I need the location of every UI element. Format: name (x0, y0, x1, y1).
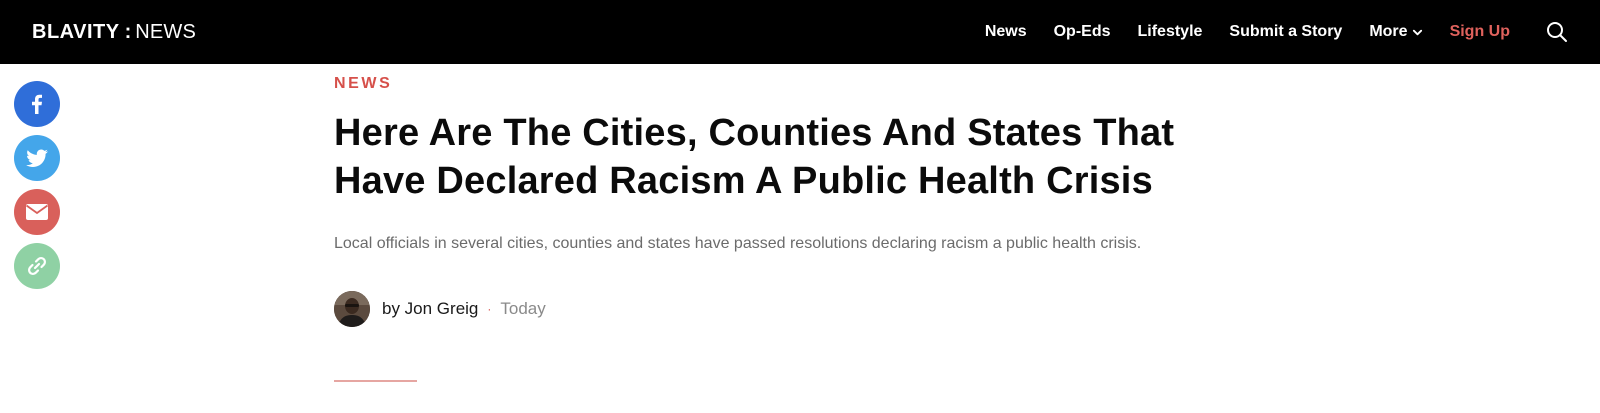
email-icon (25, 204, 49, 220)
copy-link-button[interactable] (14, 243, 60, 289)
publish-date: Today (500, 299, 546, 318)
byline-separator: · (487, 302, 492, 316)
logo-brand: BLAVITY (32, 20, 120, 43)
article-dek: Local officials in several cities, count… (334, 235, 1142, 252)
nav-op-eds[interactable]: Op-Eds (1054, 23, 1111, 41)
author-photo (334, 291, 370, 327)
article-title: Here Are The Cities, Counties And States… (334, 109, 1234, 205)
article-title-line-1: Here Are The Cities, Counties And States… (334, 112, 1175, 154)
chevron-down-icon (1412, 29, 1422, 35)
article-category-link[interactable]: NEWS (334, 73, 392, 95)
logo-section: NEWS (135, 20, 197, 43)
logo-separator: : (124, 20, 132, 43)
search-icon[interactable] (1546, 21, 1568, 43)
facebook-icon (32, 94, 42, 114)
nav-news[interactable]: News (985, 23, 1027, 41)
link-icon (27, 256, 47, 276)
facebook-share-button[interactable] (14, 81, 60, 127)
site-header: BLAVITY : NEWS News Op-Eds Lifestyle Sub… (0, 0, 1600, 64)
nav-submit-story[interactable]: Submit a Story (1229, 23, 1342, 41)
divider-rule (334, 380, 417, 382)
share-rail (14, 81, 60, 297)
twitter-icon (26, 149, 48, 167)
twitter-share-button[interactable] (14, 135, 60, 181)
nav-more-label: More (1369, 23, 1408, 40)
email-share-button[interactable] (14, 189, 60, 235)
article-header: NEWS Here Are The Cities, Counties And S… (334, 73, 1234, 327)
article-title-line-2: Have Declared Racism A Public Health Cri… (334, 160, 1153, 202)
byline: by Jon Greig · Today (334, 291, 1234, 327)
author-avatar[interactable] (334, 291, 370, 327)
nav-more-dropdown[interactable]: More (1369, 23, 1422, 41)
site-logo[interactable]: BLAVITY : NEWS (32, 18, 196, 46)
author-link[interactable]: by Jon Greig (382, 299, 478, 319)
sign-up-link[interactable]: Sign Up (1450, 23, 1510, 41)
main-nav: News Op-Eds Lifestyle Submit a Story Mor… (958, 0, 1510, 64)
nav-lifestyle[interactable]: Lifestyle (1138, 23, 1203, 41)
